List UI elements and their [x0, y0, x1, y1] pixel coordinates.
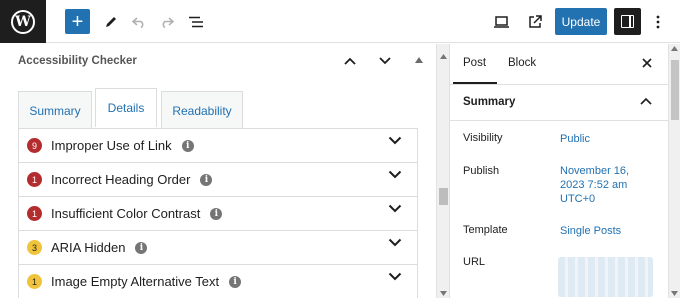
active-tab-indicator — [453, 82, 497, 84]
tab-post[interactable]: Post — [463, 57, 486, 69]
publish-date-line: November 16, — [560, 165, 630, 177]
redo-button[interactable] — [156, 8, 178, 35]
issue-label: ARIA Hidden — [51, 240, 126, 255]
publish-timezone-line: UTC+0 — [560, 193, 596, 205]
preview-button[interactable] — [489, 8, 513, 35]
chevron-down-icon — [379, 57, 391, 65]
chevron-down-icon[interactable] — [388, 238, 402, 247]
triangle-up-icon — [415, 57, 423, 63]
scroll-up-arrow-icon[interactable] — [440, 54, 447, 59]
settings-toggle-button[interactable] — [614, 8, 641, 35]
panel-move-up-button[interactable] — [344, 52, 356, 68]
editor-main-area: Accessibility Checker Summary Details Re… — [0, 44, 436, 298]
publish-date-link[interactable]: November 16, 2023 7:52 am UTC+0 — [560, 164, 629, 206]
sidebar-tabs: Post Block — [450, 44, 669, 85]
issue-row-improper-link[interactable]: 9 Improper Use of Link i — [18, 129, 418, 163]
sidebar-toggle-icon — [621, 15, 634, 28]
issue-row-aria-hidden[interactable]: 3 ARIA Hidden i — [18, 231, 418, 265]
url-value-redacted[interactable] — [558, 257, 653, 297]
close-icon — [642, 58, 652, 68]
tab-block[interactable]: Block — [508, 57, 536, 69]
info-icon[interactable]: i — [200, 173, 213, 186]
chevron-down-icon[interactable] — [388, 204, 402, 213]
visibility-value-link[interactable]: Public — [560, 132, 590, 146]
undo-icon — [132, 16, 144, 28]
issue-label: Image Empty Alternative Text — [51, 274, 220, 289]
redo-icon — [162, 16, 174, 28]
main-scrollbar[interactable] — [436, 44, 449, 298]
vertical-ellipsis-icon — [656, 15, 660, 28]
pencil-icon — [106, 16, 116, 27]
issue-label: Improper Use of Link — [51, 138, 172, 153]
issue-label: Incorrect Heading Order — [51, 172, 191, 187]
issue-list: 9 Improper Use of Link i 1 Incorrect Hea… — [18, 129, 418, 298]
options-menu-button[interactable] — [650, 8, 666, 35]
info-icon[interactable]: i — [229, 275, 242, 288]
settings-sidebar: Post Block Summary Visibility Public Pub… — [449, 44, 669, 298]
undo-button[interactable] — [128, 8, 150, 35]
panel-title: Accessibility Checker — [18, 55, 137, 67]
issue-row-color-contrast[interactable]: 1 Insufficient Color Contrast i — [18, 197, 418, 231]
template-value-link[interactable]: Single Posts — [560, 224, 621, 238]
chevron-down-icon[interactable] — [388, 136, 402, 145]
panel-collapse-toggle[interactable] — [415, 56, 423, 65]
tab-details[interactable]: Details — [95, 88, 157, 127]
panel-move-down-button[interactable] — [379, 52, 391, 68]
scroll-down-arrow-icon[interactable] — [440, 291, 447, 296]
close-sidebar-button[interactable] — [642, 55, 652, 71]
scroll-down-arrow-icon[interactable] — [671, 291, 678, 296]
add-block-button[interactable]: + — [65, 9, 90, 34]
issue-row-image-empty-alt[interactable]: 1 Image Empty Alternative Text i — [18, 265, 418, 298]
section-title: Summary — [463, 96, 516, 108]
issue-count-badge: 1 — [27, 172, 42, 187]
wordpress-logo-icon[interactable]: W — [0, 0, 46, 43]
update-button[interactable]: Update — [555, 8, 607, 35]
issue-count-badge: 9 — [27, 138, 42, 153]
editor-top-toolbar: W + Update — [0, 0, 680, 43]
chevron-down-icon[interactable] — [388, 272, 402, 281]
template-label: Template — [463, 224, 508, 236]
chevron-down-icon[interactable] — [388, 170, 402, 179]
external-link-icon — [528, 15, 542, 28]
checker-tabs: Summary Details Readability — [18, 88, 418, 129]
sidebar-scrollbar[interactable] — [668, 44, 680, 298]
publish-label: Publish — [463, 165, 500, 177]
issue-count-badge: 3 — [27, 240, 42, 255]
url-label: URL — [463, 256, 486, 268]
desktop-preview-icon — [493, 15, 509, 28]
plus-icon: + — [71, 10, 84, 33]
tools-button[interactable] — [100, 8, 122, 35]
document-overview-button[interactable] — [184, 8, 208, 35]
visibility-label: Visibility — [463, 132, 503, 144]
info-icon[interactable]: i — [135, 241, 148, 254]
tab-readability[interactable]: Readability — [161, 91, 243, 129]
publish-time-line: 2023 7:52 am — [560, 179, 628, 191]
info-icon[interactable]: i — [181, 139, 194, 152]
chevron-up-icon — [640, 97, 652, 105]
scrollbar-thumb[interactable] — [671, 60, 679, 120]
chevron-up-icon — [344, 57, 356, 65]
scroll-up-arrow-icon[interactable] — [671, 46, 678, 51]
scrollbar-thumb[interactable] — [439, 188, 448, 205]
issue-count-badge: 1 — [27, 274, 42, 289]
summary-section-header[interactable]: Summary — [450, 85, 669, 121]
issue-label: Insufficient Color Contrast — [51, 206, 201, 221]
tab-summary[interactable]: Summary — [18, 91, 92, 129]
issue-count-badge: 1 — [27, 206, 42, 221]
view-post-button[interactable] — [523, 8, 547, 35]
wordpress-logo-letter: W — [11, 9, 35, 34]
info-icon[interactable]: i — [210, 207, 223, 220]
issue-row-heading-order[interactable]: 1 Incorrect Heading Order i — [18, 163, 418, 197]
list-view-icon — [188, 16, 203, 27]
